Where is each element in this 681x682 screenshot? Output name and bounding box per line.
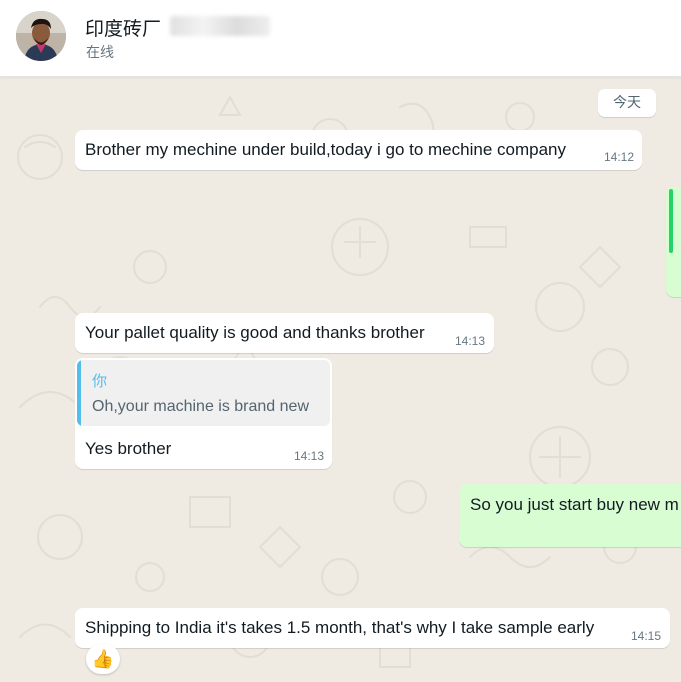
message-time: 14:13 xyxy=(454,334,485,348)
contact-name[interactable]: 印度砖厂 xyxy=(85,14,161,41)
date-chip: 今天 xyxy=(598,89,656,117)
outgoing-message[interactable]: So you just start buy new m xyxy=(459,484,681,547)
outgoing-message-partial[interactable] xyxy=(666,187,681,297)
contact-status: 在线 xyxy=(86,45,114,61)
quote-author: 你 xyxy=(92,372,108,390)
message-text: So you just start buy new m xyxy=(470,495,679,514)
incoming-message[interactable]: Your pallet quality is good and thanks b… xyxy=(75,313,494,353)
thumbs-up-icon: 👍 xyxy=(91,649,115,669)
chat-area[interactable]: 今天 Brother my mechine under build,today … xyxy=(0,77,681,682)
message-time: 14:12 xyxy=(603,150,634,164)
quoted-message[interactable]: 你 Oh,your machine is brand new xyxy=(77,360,330,426)
message-time: 14:15 xyxy=(630,629,661,643)
redacted-name-blur xyxy=(170,16,270,36)
incoming-reply-message[interactable]: 你 Oh,your machine is brand new Yes broth… xyxy=(75,358,332,469)
avatar[interactable] xyxy=(16,11,66,61)
incoming-message[interactable]: Brother my mechine under build,today i g… xyxy=(75,130,642,170)
message-text: Your pallet quality is good and thanks b… xyxy=(85,323,425,342)
incoming-message[interactable]: Shipping to India it's takes 1.5 month, … xyxy=(75,608,670,648)
message-text: Shipping to India it's takes 1.5 month, … xyxy=(85,618,595,637)
thumbs-up-reaction[interactable]: 👍 xyxy=(86,644,120,674)
quote-text: Oh,your machine is brand new xyxy=(92,398,309,415)
message-text: Brother my mechine under build,today i g… xyxy=(85,140,566,159)
message-text: Yes brother xyxy=(85,439,172,458)
contact-avatar-photo xyxy=(16,11,66,61)
quote-accent-bar xyxy=(77,360,81,426)
quote-accent-bar xyxy=(669,189,673,253)
chat-header[interactable]: 印度砖厂 在线 xyxy=(0,0,681,77)
message-time: 14:13 xyxy=(293,449,324,463)
